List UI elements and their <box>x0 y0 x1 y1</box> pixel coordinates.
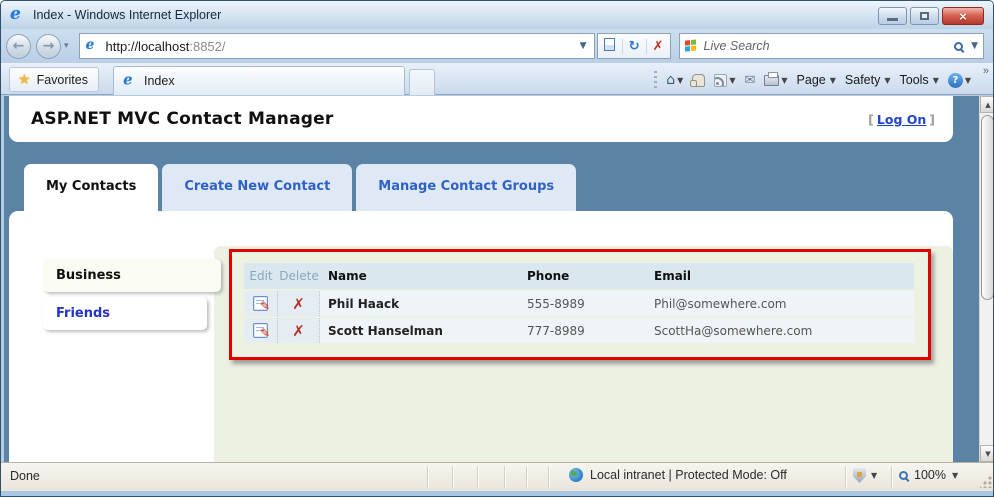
minimize-button[interactable] <box>878 7 907 25</box>
status-bar: Done Local intranet | Protected Mode: Of… <box>1 462 993 491</box>
ie-icon: e <box>10 4 21 24</box>
window-bottom-border <box>1 491 993 496</box>
contact-name: Phil Haack <box>320 291 519 316</box>
name-column-header: Name <box>320 263 519 289</box>
help-icon: ? <box>947 72 963 88</box>
contact-email: Phil@somewhere.com <box>646 291 914 316</box>
table-row: ✗ Scott Hanselman 777-8989 ScottHa@somew… <box>244 318 914 343</box>
status-text: Done <box>10 469 40 483</box>
favorites-label: Favorites <box>36 72 88 87</box>
scroll-up-button[interactable]: ▲ <box>980 96 993 113</box>
scroll-down-button[interactable]: ▼ <box>980 445 993 462</box>
favorites-bar: ★ Favorites e Index ⌂ ▼ ▼ ✉ ▼ Page ▼ Safet… <box>1 63 993 95</box>
contact-email: ScottHa@somewhere.com <box>646 318 914 343</box>
site-header: ASP.NET MVC Contact Manager [Log On] <box>9 96 953 142</box>
scrollbar-thumb[interactable] <box>981 115 993 300</box>
read-mail-button[interactable]: ✉ <box>744 73 755 88</box>
stop-button[interactable]: ✗ <box>645 38 670 54</box>
tab-manage-contact-groups[interactable]: Manage Contact Groups <box>356 164 577 211</box>
refresh-button[interactable]: ↻ <box>621 38 646 54</box>
toolbar-grip <box>654 71 658 89</box>
security-zone: Local intranet | Protected Mode: Off <box>569 468 787 482</box>
delete-column-header: Delete <box>278 263 320 289</box>
resize-grip[interactable] <box>980 476 992 488</box>
address-dropdown-icon[interactable]: ▼ <box>577 41 590 51</box>
tools-menu[interactable]: Tools ▼ <box>900 73 939 87</box>
zone-text: Local intranet | Protected Mode: Off <box>590 468 787 482</box>
tab-favicon: e <box>123 71 133 89</box>
zoom-control[interactable]: 100% ▼ <box>899 468 958 482</box>
maximize-button[interactable] <box>910 7 939 25</box>
address-bar: ← → ▾ e http://localhost:8852/ ▼ ↻ ✗ Liv… <box>1 29 993 63</box>
window-title: Index - Windows Internet Explorer <box>33 8 222 22</box>
recent-pages-dropdown-icon[interactable]: ▾ <box>64 41 69 51</box>
back-button[interactable]: ← <box>6 33 31 59</box>
intranet-globe-icon <box>569 468 583 482</box>
contacts-table: Edit Delete Name Phone Email ✗ Phil Haac… <box>244 263 914 343</box>
safety-menu[interactable]: Safety ▼ <box>845 73 891 87</box>
edit-icon[interactable] <box>253 323 270 340</box>
page-menu[interactable]: Page ▼ <box>797 73 836 87</box>
live-search-icon <box>684 39 697 52</box>
zoom-level: 100% <box>914 468 946 482</box>
close-button[interactable]: × <box>942 7 984 25</box>
content-panel: Business Friends Edit Delete Name Phone … <box>9 211 953 462</box>
url-text[interactable]: http://localhost:8852/ <box>106 39 577 54</box>
star-icon: ★ <box>18 71 31 88</box>
site-tabs: My Contacts Create New Contact Manage Co… <box>24 164 577 211</box>
home-button[interactable]: ⌂ ▼ <box>666 72 683 88</box>
group-item-friends[interactable]: Friends <box>43 297 207 330</box>
forward-button[interactable]: → <box>36 33 61 59</box>
site-icon: e <box>85 37 94 54</box>
shield-icon <box>853 468 866 483</box>
phone-column-header: Phone <box>519 263 646 289</box>
annotation-red-box: Edit Delete Name Phone Email ✗ Phil Haac… <box>229 249 931 360</box>
search-magnifier-icon[interactable] <box>954 41 964 51</box>
search-box[interactable]: Live Search ▼ <box>678 33 984 59</box>
tab-my-contacts[interactable]: My Contacts <box>24 164 159 211</box>
hand-icon <box>690 73 706 87</box>
zoom-magnifier-icon <box>899 470 908 480</box>
new-tab-button[interactable] <box>409 69 435 95</box>
edit-icon[interactable] <box>253 296 270 313</box>
toolbar-overflow-icon[interactable]: » <box>983 65 989 77</box>
print-button[interactable]: ▼ <box>764 71 788 86</box>
address-field[interactable]: e http://localhost:8852/ ▼ <box>78 33 595 59</box>
tab-create-new-contact[interactable]: Create New Contact <box>162 164 353 211</box>
command-bar: ⌂ ▼ ▼ ✉ ▼ Page ▼ Safety ▼ Tools ▼ ? ▼ <box>654 67 971 93</box>
search-placeholder[interactable]: Live Search <box>704 39 955 53</box>
email-column-header: Email <box>646 263 914 289</box>
delete-icon[interactable]: ✗ <box>292 322 305 340</box>
page-title: ASP.NET MVC Contact Manager <box>31 109 334 129</box>
printer-icon <box>764 71 780 86</box>
contact-phone: 777-8989 <box>519 318 646 343</box>
logon-link[interactable]: Log On <box>877 112 926 127</box>
vertical-scrollbar[interactable]: ▲ ▼ <box>979 96 993 462</box>
select-hand-button[interactable] <box>690 73 706 87</box>
delete-icon[interactable]: ✗ <box>292 295 305 313</box>
feeds-button[interactable]: ▼ <box>714 73 735 87</box>
contact-name: Scott Hanselman <box>320 318 519 343</box>
title-bar: e Index - Windows Internet Explorer × <box>1 1 993 29</box>
page-viewport: ASP.NET MVC Contact Manager [Log On] My … <box>1 96 993 462</box>
table-row: ✗ Phil Haack 555-8989 Phil@somewhere.com <box>244 291 914 316</box>
search-dropdown-icon[interactable]: ▼ <box>971 41 978 51</box>
logon-area: [Log On] <box>868 111 935 127</box>
edit-column-header: Edit <box>244 263 278 289</box>
contact-phone: 555-8989 <box>519 291 646 316</box>
table-header-row: Edit Delete Name Phone Email <box>244 263 914 289</box>
browser-window: e Index - Windows Internet Explorer × ← … <box>0 0 994 497</box>
rss-icon <box>714 73 728 87</box>
compatibility-view-button[interactable] <box>598 37 622 55</box>
favorites-button[interactable]: ★ Favorites <box>9 67 99 92</box>
group-item-business[interactable]: Business <box>43 259 221 292</box>
browser-tab-index[interactable]: e Index <box>113 66 405 95</box>
protected-mode-control[interactable]: ▼ <box>853 468 877 483</box>
help-button[interactable]: ? ▼ <box>947 72 971 88</box>
tab-title: Index <box>144 74 175 88</box>
